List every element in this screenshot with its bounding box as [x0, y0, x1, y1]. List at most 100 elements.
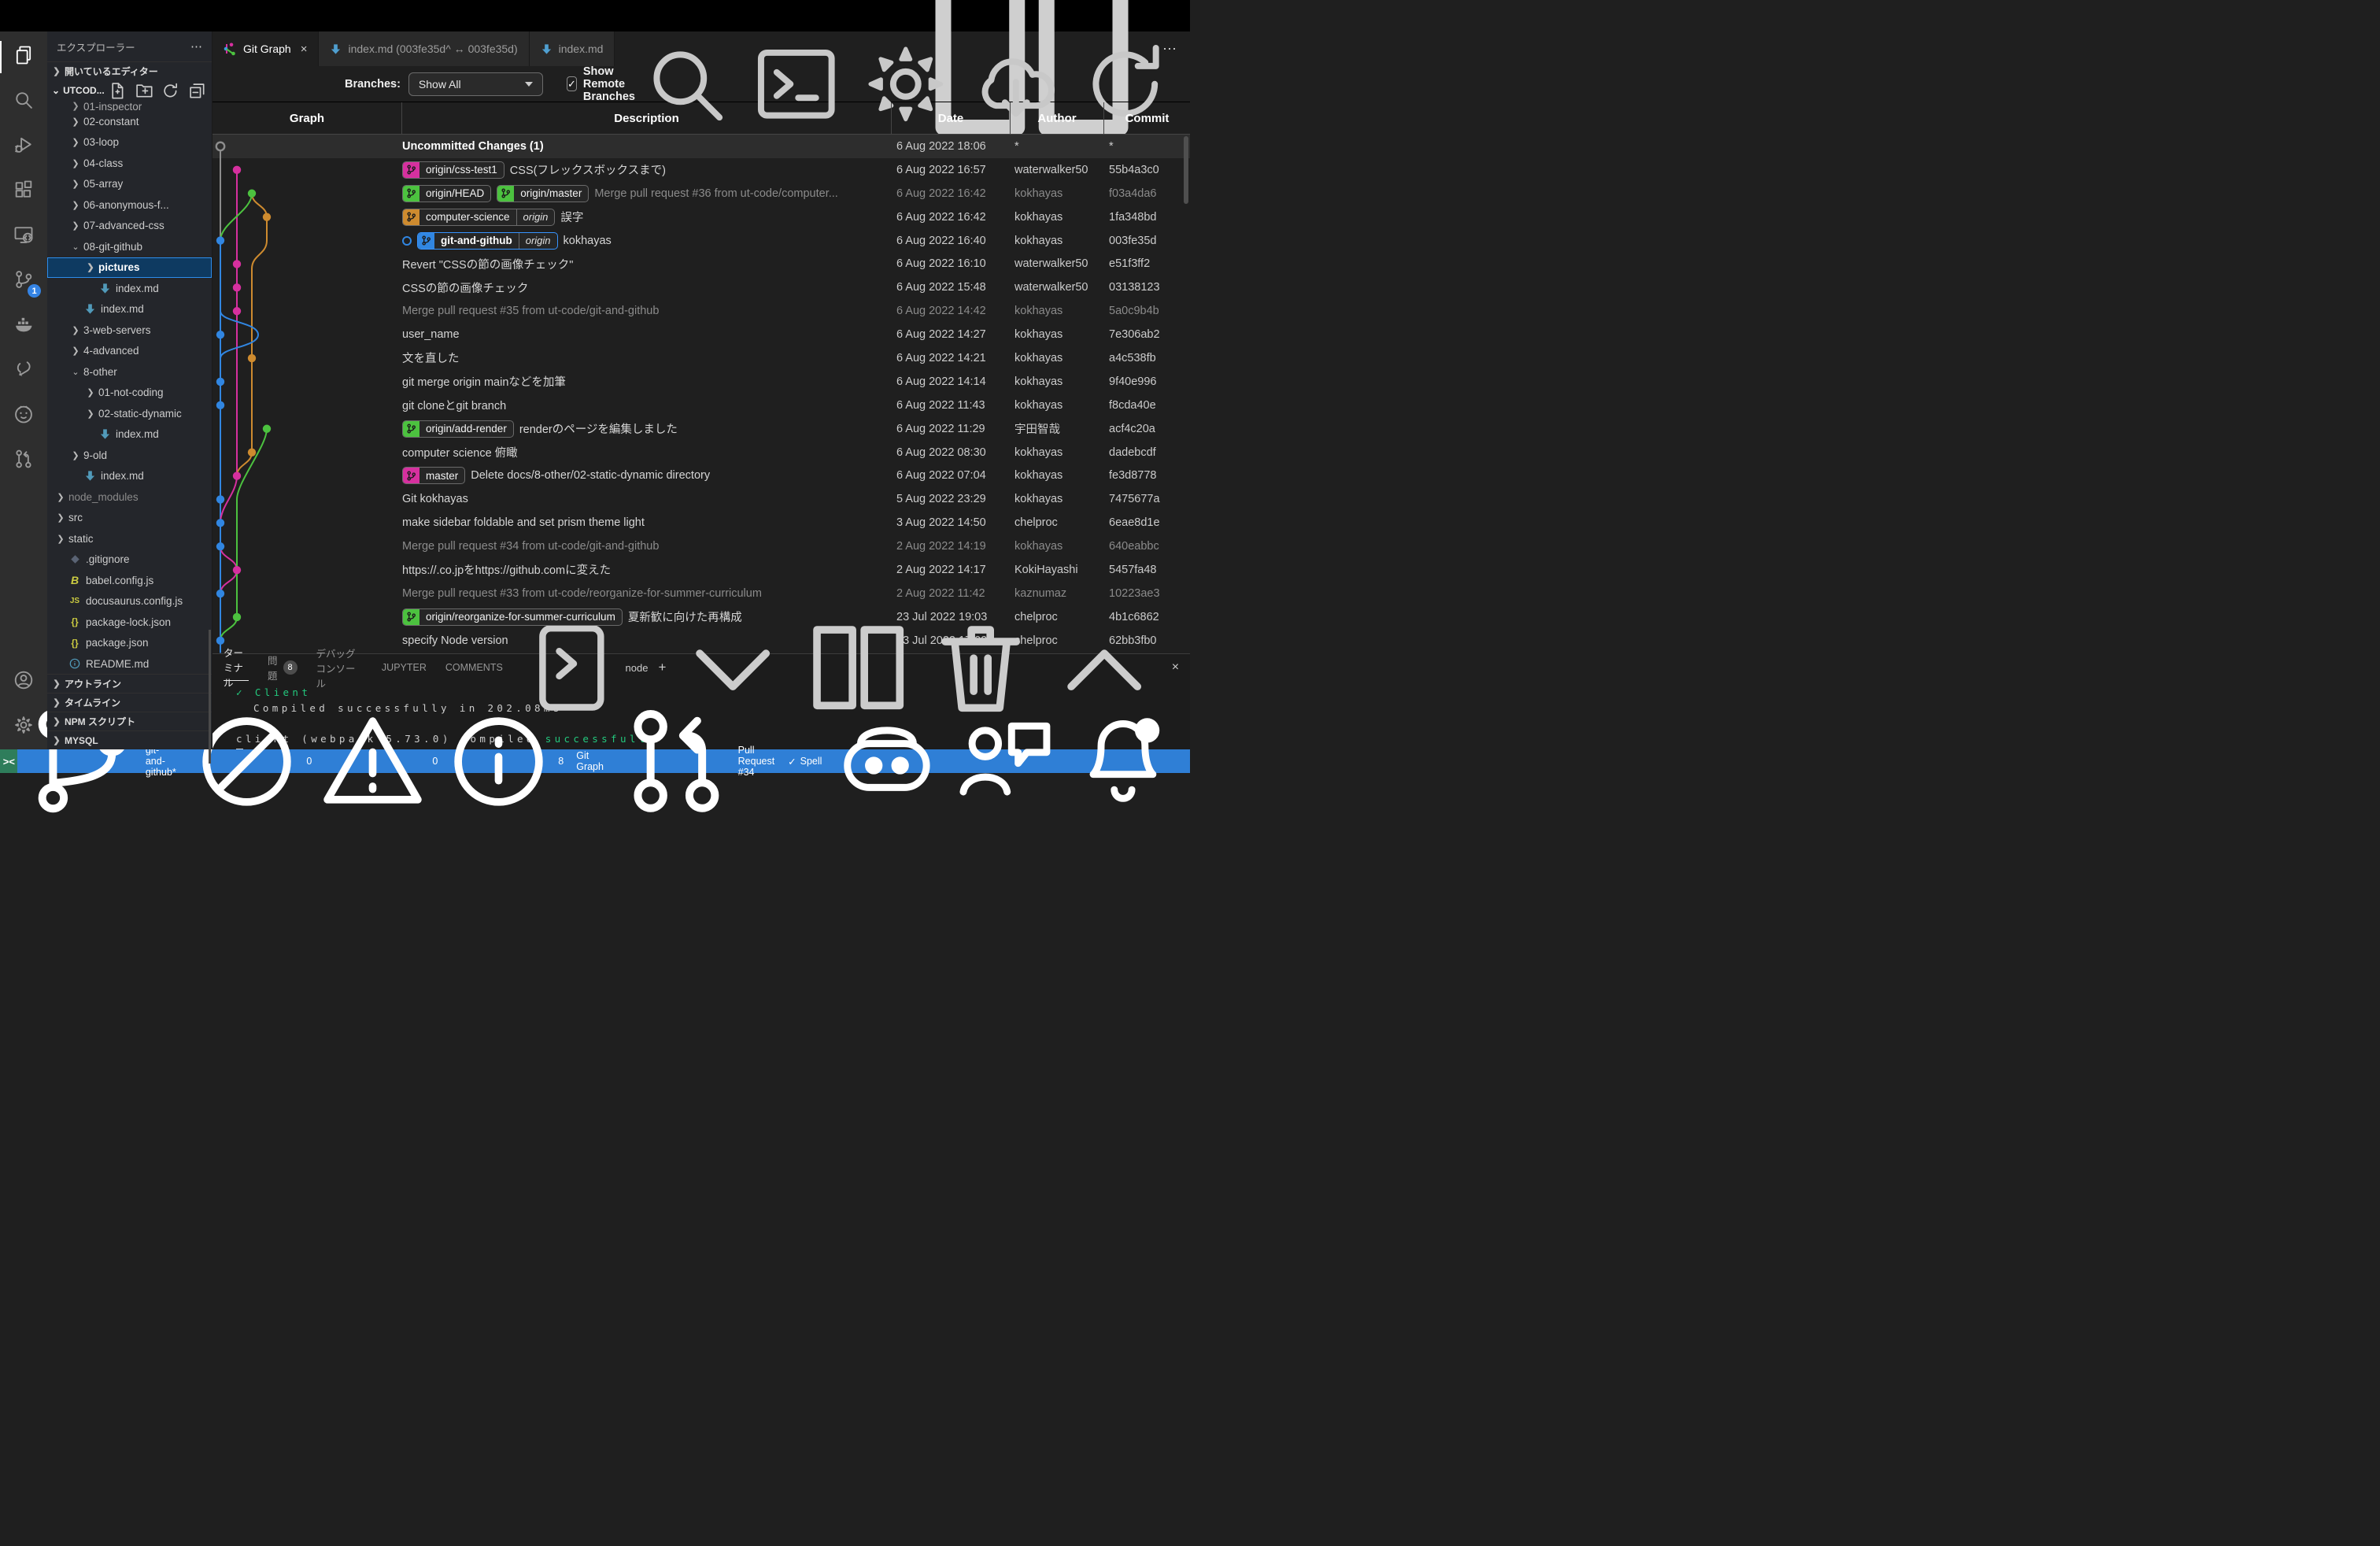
tree-folder-07-advanced-css[interactable]: ❯07-advanced-css	[47, 216, 212, 237]
collapse-all-icon[interactable]	[187, 81, 207, 101]
branch-label-origin-reorganize-for-summer-curriculum[interactable]: origin/reorganize-for-summer-curriculum	[402, 608, 623, 626]
tree-file-package-lock-json[interactable]: {}package-lock.json	[47, 612, 212, 633]
sidebar-section--[interactable]: ❯アウトライン	[47, 674, 212, 693]
tree-folder-02-constant[interactable]: ❯02-constant	[47, 111, 212, 132]
new-terminal-icon[interactable]: +	[658, 660, 666, 675]
commit-row-dadebcdf[interactable]: computer science 俯瞰6 Aug 2022 08:30kokha…	[213, 441, 1190, 464]
tree-file-index-md[interactable]: index.md	[47, 299, 212, 320]
commit-row-62bb3fb0[interactable]: specify Node version23 Jul 2022 17:09che…	[213, 629, 1190, 653]
refresh-explorer-icon[interactable]	[161, 81, 180, 101]
tree-folder-4-advanced[interactable]: ❯4-advanced	[47, 341, 212, 362]
branch-label-origin-head[interactable]: origin/HEAD	[402, 185, 491, 202]
activity-explorer[interactable]	[0, 35, 47, 80]
commit-row-10223ae3[interactable]: Merge pull request #33 from ut-code/reor…	[213, 582, 1190, 605]
git-graph-status-item[interactable]: Git Graph	[570, 749, 610, 773]
close-panel-icon[interactable]: ×	[1172, 660, 1179, 675]
branch-label-origin-master[interactable]: origin/master	[497, 185, 589, 202]
tree-folder-08-git-github[interactable]: ⌄08-git-github	[47, 236, 212, 257]
commit-row-0[interactable]: Uncommitted Changes (1)6 Aug 2022 18:06*…	[213, 135, 1190, 158]
column-header-commit[interactable]: Commit	[1104, 102, 1190, 134]
commit-row-4b1c6862[interactable]: origin/reorganize-for-summer-curriculum夏…	[213, 605, 1190, 629]
sidebar-section-mysql[interactable]: ❯MYSQL	[47, 730, 212, 749]
tree-file-index-md[interactable]: index.md	[47, 424, 212, 446]
tree-file-docusaurus-config-js[interactable]: JSdocusaurus.config.js	[47, 591, 212, 612]
panel-tab-problems[interactable]: 問題 8	[268, 654, 298, 681]
tree-folder-src[interactable]: ❯src	[47, 508, 212, 529]
branch-label-origin-add-render[interactable]: origin/add-render	[402, 420, 514, 438]
commit-row-f03a4da6[interactable]: origin/HEADorigin/masterMerge pull reque…	[213, 182, 1190, 205]
pull-request-status-item[interactable]: Pull Request #34	[610, 749, 782, 773]
activity-account[interactable]	[0, 660, 47, 705]
tree-file-index-md[interactable]: index.md	[47, 278, 212, 299]
tree-folder-03-loop[interactable]: ❯03-loop	[47, 132, 212, 153]
activity-pull-request[interactable]	[0, 438, 47, 483]
commit-row-9f40e996[interactable]: git merge origin mainなどを加筆6 Aug 2022 14:…	[213, 370, 1190, 394]
branch-label-master[interactable]: master	[402, 467, 465, 484]
commit-list-scrollbar[interactable]	[1184, 136, 1188, 204]
commit-row-fe3d8778[interactable]: masterDelete docs/8-other/02-static-dyna…	[213, 464, 1190, 487]
commit-row-7e306ab2[interactable]: user_name6 Aug 2022 14:27kokhayas7e306ab…	[213, 323, 1190, 346]
sidebar-more-icon[interactable]: ⋯	[190, 39, 202, 54]
activity-docker[interactable]	[0, 304, 47, 349]
notifications-item[interactable]	[1064, 749, 1182, 773]
problems-indicator[interactable]: 0 0 8	[183, 749, 570, 773]
commit-row-7475677a[interactable]: Git kokhayas5 Aug 2022 23:29kokhayas7475…	[213, 487, 1190, 511]
tree-file-readme-md[interactable]: README.md	[47, 653, 212, 674]
commit-row-e51f3ff2[interactable]: Revert "CSSの節の画像チェック"6 Aug 2022 16:10wat…	[213, 252, 1190, 276]
tree-folder-9-old[interactable]: ❯9-old	[47, 445, 212, 466]
sidebar-section--[interactable]: ❯タイムライン	[47, 693, 212, 712]
tree-folder-static[interactable]: ❯static	[47, 528, 212, 549]
commit-row-a4c538fb[interactable]: 文を直した6 Aug 2022 14:21kokhayasa4c538fb	[213, 346, 1190, 370]
feedback-item[interactable]	[946, 749, 1064, 773]
activity-source-control[interactable]: 1	[0, 259, 47, 304]
activity-search[interactable]	[0, 80, 47, 124]
activity-live-share[interactable]	[0, 349, 47, 394]
commit-row-acf4c20a[interactable]: origin/add-renderrenderのページを編集しました6 Aug …	[213, 417, 1190, 441]
new-folder-icon[interactable]	[135, 81, 154, 101]
spell-checker-item[interactable]: ✓Spell	[782, 749, 828, 773]
commit-row-6eae8d1e[interactable]: make sidebar foldable and set prism them…	[213, 511, 1190, 534]
tree-folder-04-class[interactable]: ❯04-class	[47, 153, 212, 174]
commit-row-5a0c9b4b[interactable]: Merge pull request #35 from ut-code/git-…	[213, 299, 1190, 323]
open-editors-section[interactable]: ❯ 開いているエディター	[47, 61, 212, 80]
commit-row-55b4a3c0[interactable]: origin/css-test1CSS(フレックスボックスまで)6 Aug 20…	[213, 158, 1190, 182]
close-tab-icon[interactable]: ×	[301, 43, 308, 56]
tree-folder-3-web-servers[interactable]: ❯3-web-servers	[47, 320, 212, 341]
tab-git-graph[interactable]: Git Graph ×	[213, 31, 319, 66]
commit-row-03138123[interactable]: CSSの節の画像チェック6 Aug 2022 15:48waterwalker5…	[213, 276, 1190, 299]
panel-tab-terminal[interactable]: ターミナル	[224, 654, 249, 681]
tree-file-package-json[interactable]: {}package.json	[47, 633, 212, 654]
commit-row-f8cda40e[interactable]: git cloneとgit branch6 Aug 2022 11:43kokh…	[213, 394, 1190, 417]
branch-label-computer-science[interactable]: computer-scienceorigin	[402, 209, 555, 226]
column-header-description[interactable]: Description	[402, 102, 892, 134]
show-remote-branches-checkbox[interactable]: ✓	[567, 76, 577, 91]
activity-remote-explorer[interactable]	[0, 214, 47, 259]
branch-label-origin-css-test1[interactable]: origin/css-test1	[402, 161, 504, 179]
branch-label-git-and-github[interactable]: git-and-githuborigin	[417, 232, 558, 250]
activity-extensions[interactable]	[0, 169, 47, 214]
commit-row-5457fa48[interactable]: https://.co.jpをhttps://github.comに変えた2 A…	[213, 558, 1190, 582]
tree-folder-01-inspector[interactable]: ❯01-inspector	[47, 101, 212, 111]
panel-tab-debug-console[interactable]: デバッグ コンソール	[316, 654, 363, 681]
tree-file--gitignore[interactable]: .gitignore	[47, 549, 212, 571]
column-header-graph[interactable]: Graph	[213, 102, 402, 134]
commit-row-003fe35d[interactable]: git-and-githuboriginkokhayas6 Aug 2022 1…	[213, 229, 1190, 253]
panel-tab-jupyter[interactable]: JUPYTER	[382, 654, 427, 681]
tree-folder-02-static-dynamic[interactable]: ❯02-static-dynamic	[47, 403, 212, 424]
activity-github[interactable]	[0, 394, 47, 438]
branch-indicator[interactable]: git-and-github*	[17, 749, 183, 773]
tree-folder-pictures[interactable]: ❯pictures	[47, 257, 212, 279]
commit-row-1fa348bd[interactable]: computer-scienceorigin誤字6 Aug 2022 16:42…	[213, 205, 1190, 229]
tree-folder-8-other[interactable]: ⌄8-other	[47, 361, 212, 383]
tree-folder-06-anonymous-f-[interactable]: ❯06-anonymous-f...	[47, 194, 212, 216]
branches-dropdown[interactable]: Show All	[408, 72, 543, 96]
remote-indicator[interactable]: ><	[0, 749, 17, 773]
activity-settings[interactable]	[0, 705, 47, 749]
workspace-section[interactable]: ⌄ UTCOD...	[47, 80, 212, 101]
tab-index-md[interactable]: index.md	[530, 31, 615, 66]
panel-tab-comments[interactable]: COMMENTS	[445, 654, 503, 681]
sidebar-section-npm-[interactable]: ❯NPM スクリプト	[47, 712, 212, 730]
tree-folder-node-modules[interactable]: ❯node_modules	[47, 486, 212, 508]
tree-file-babel-config-js[interactable]: Bbabel.config.js	[47, 570, 212, 591]
commit-row-640eabbc[interactable]: Merge pull request #34 from ut-code/git-…	[213, 534, 1190, 558]
